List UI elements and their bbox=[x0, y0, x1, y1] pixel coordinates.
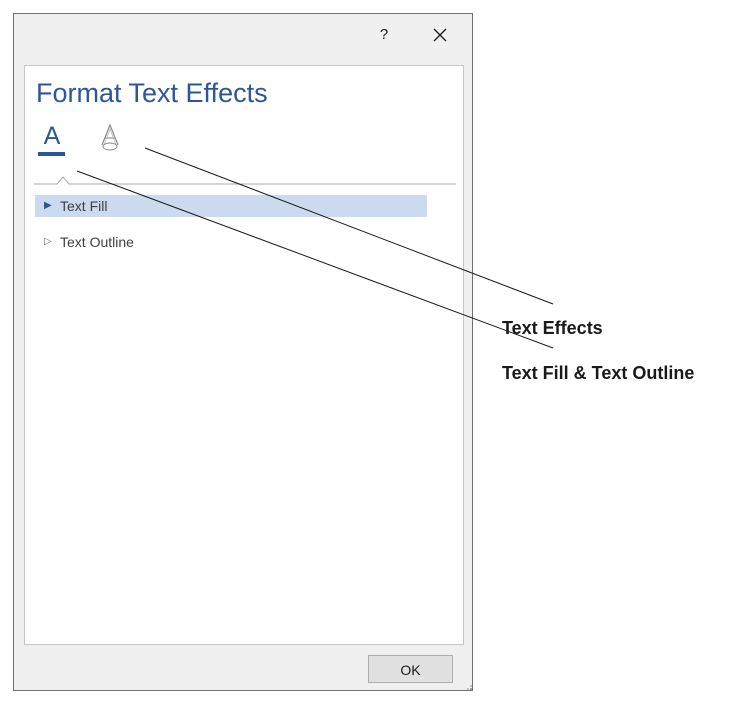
callout-line-text-fill-outline bbox=[76, 170, 554, 349]
callout-label-text-effects: Text Effects bbox=[502, 318, 603, 338]
callout-label-text-fill-outline: Text Fill & Text Outline bbox=[502, 363, 695, 383]
stage: ? Format Text Effects A ▶ Text Fill ▷ Te… bbox=[0, 0, 730, 703]
callout-line-text-effects bbox=[144, 147, 554, 305]
callout-lines bbox=[76, 147, 554, 349]
